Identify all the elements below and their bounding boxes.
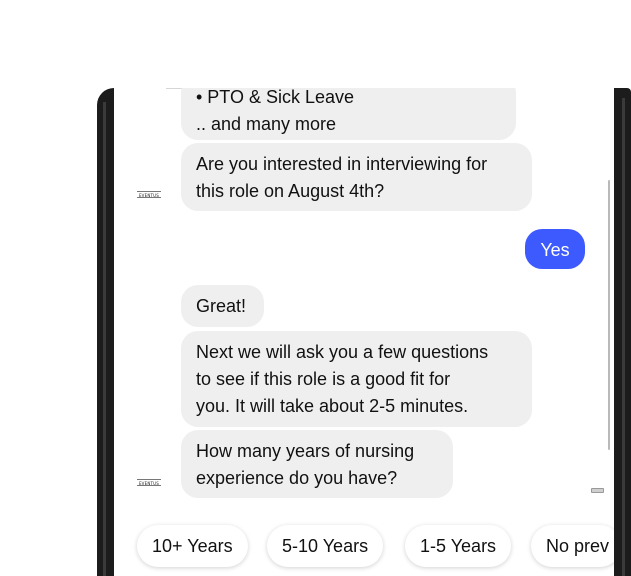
phone-frame-left <box>97 88 114 576</box>
scrollbar[interactable] <box>608 180 610 450</box>
chat-screen: • PTO & Sick Leave .. and many more Are … <box>114 88 614 576</box>
quick-reply-10-plus-years[interactable]: 10+ Years <box>137 525 248 567</box>
bot-message-nursing-experience: How many years of nursing experience do … <box>181 430 453 498</box>
bot-message-great: Great! <box>181 285 264 327</box>
bot-message-interview-question: Are you interested in interviewing for t… <box>181 143 532 211</box>
bot-avatar-logo: EVENTUS <box>137 191 161 198</box>
bot-message-next-questions: Next we will ask you a few questions to … <box>181 331 532 427</box>
quick-reply-1-5-years[interactable]: 1-5 Years <box>405 525 512 567</box>
bot-message-benefits: • PTO & Sick Leave .. and many more <box>181 88 516 140</box>
chat-widget-screenshot: • PTO & Sick Leave .. and many more Are … <box>0 0 631 576</box>
quick-reply-5-10-years[interactable]: 5-10 Years <box>267 525 384 567</box>
bot-avatar-logo: EVENTUS <box>137 479 161 486</box>
logo-icon <box>591 488 604 493</box>
quick-reply-no-previous[interactable]: No prev <box>531 525 614 567</box>
phone-frame-right <box>614 88 631 576</box>
user-message-yes: Yes <box>525 229 585 269</box>
